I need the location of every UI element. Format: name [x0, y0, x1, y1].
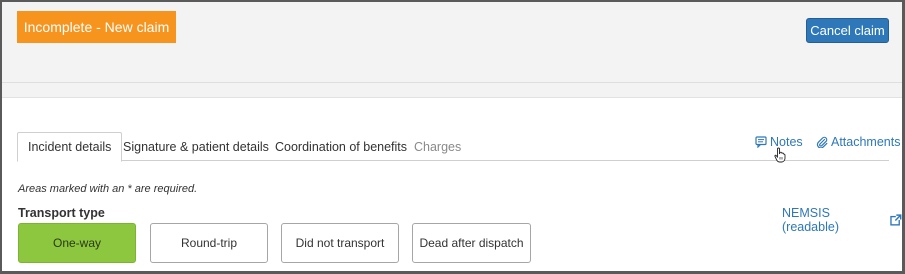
section-divider	[2, 82, 902, 98]
attachments-link[interactable]: Attachments	[816, 135, 900, 149]
paperclip-icon	[816, 136, 828, 148]
tab-signature-patient-details[interactable]: Signature & patient details	[113, 132, 279, 161]
comment-icon	[755, 136, 767, 148]
transport-option-one-way[interactable]: One-way	[18, 223, 136, 263]
nemsis-readable-link[interactable]: NEMSIS (readable)	[782, 206, 902, 234]
external-link-icon	[890, 214, 902, 226]
tab-coordination-of-benefits[interactable]: Coordination of benefits	[265, 132, 417, 161]
nemsis-link-label: NEMSIS (readable)	[782, 206, 839, 234]
status-banner: Incomplete - New claim	[17, 11, 176, 43]
transport-option-dead-after-dispatch[interactable]: Dead after dispatch	[412, 223, 531, 263]
tab-incident-details[interactable]: Incident details	[17, 132, 123, 162]
hand-cursor-icon	[774, 147, 786, 168]
transport-option-did-not-transport[interactable]: Did not transport	[281, 223, 399, 263]
required-fields-note: Areas marked with an * are required.	[18, 183, 198, 195]
claim-window: Incomplete - New claim Cancel claim Inci…	[0, 0, 905, 274]
transport-option-round-trip[interactable]: Round-trip	[150, 223, 268, 263]
attachments-label: Attachments	[831, 135, 901, 149]
cancel-claim-button[interactable]: Cancel claim	[806, 18, 889, 43]
tab-charges[interactable]: Charges	[404, 132, 471, 161]
transport-type-heading: Transport type	[18, 206, 105, 220]
